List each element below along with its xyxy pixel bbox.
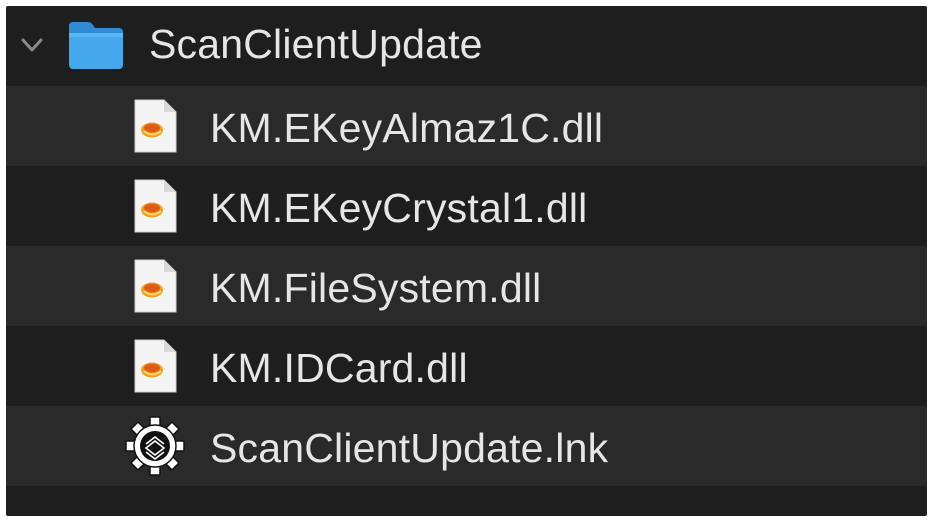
- file-name: KM.IDCard.dll: [210, 345, 468, 391]
- folder-icon: [69, 22, 123, 69]
- dll-file-icon: [134, 259, 177, 313]
- file-row[interactable]: ScanClientUpdate.lnk: [6, 406, 927, 486]
- dll-file-icon: [134, 339, 177, 393]
- file-name: ScanClientUpdate.lnk: [210, 425, 609, 471]
- file-row[interactable]: KM.EKeyAlmaz1C.dll: [6, 86, 927, 166]
- chevron-down-icon[interactable]: [20, 36, 44, 54]
- dll-file-icon: [134, 99, 177, 153]
- folder-row-scanclientupdate[interactable]: ScanClientUpdate: [6, 6, 927, 86]
- file-row[interactable]: KM.EKeyCrystal1.dll: [6, 166, 927, 246]
- finder-list-view: ScanClientUpdate KM.EKeyAlmaz1C.dll KM.E…: [6, 6, 927, 516]
- dll-file-icon: [134, 179, 177, 233]
- gear-shortcut-icon: [125, 416, 185, 476]
- file-row[interactable]: KM.FileSystem.dll: [6, 246, 927, 326]
- file-row[interactable]: KM.IDCard.dll: [6, 326, 927, 406]
- file-name: KM.EKeyCrystal1.dll: [210, 185, 588, 231]
- file-name: KM.FileSystem.dll: [210, 265, 542, 311]
- file-name: KM.EKeyAlmaz1C.dll: [210, 105, 604, 151]
- folder-name: ScanClientUpdate: [149, 21, 483, 67]
